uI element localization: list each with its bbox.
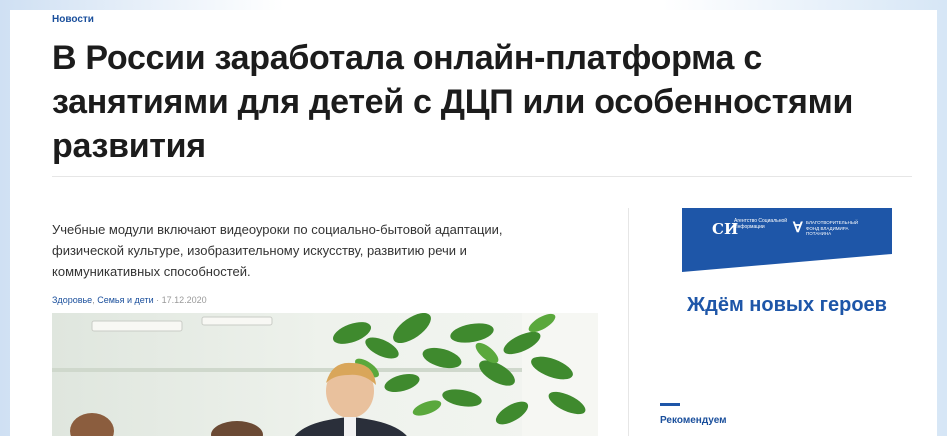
article-date: 17.12.2020: [161, 295, 207, 305]
partner-banner[interactable]: СИ Агентство Социальной Информации ∀ БЛА…: [682, 208, 892, 272]
article-lead: Учебные модули включают видеоуроки по со…: [52, 222, 503, 279]
article-photo[interactable]: [52, 313, 598, 436]
sidebar-divider: [628, 208, 629, 436]
divider: [52, 176, 912, 177]
tag-link-health[interactable]: Здоровье: [52, 295, 92, 305]
tag-link-family[interactable]: Семья и дети: [97, 295, 153, 305]
article-title: В России заработала онлайн-платформа с з…: [52, 39, 854, 165]
potanin-logo-text: БЛАГОТВОРИТЕЛЬНЫЙ ФОНД ВЛАДИМИРА ПОТАНИН…: [806, 220, 859, 236]
promo-heading[interactable]: Ждём новых героев: [682, 292, 892, 318]
article-meta: Здоровье, Семья и дети · 17.12.2020: [52, 295, 207, 305]
section-link-news[interactable]: Новости: [52, 14, 94, 25]
asi-logo-text: Агентство Социальной Информации: [734, 218, 788, 230]
date-separator: ·: [153, 295, 162, 305]
article-page: Новости В России заработала онлайн-платф…: [10, 10, 937, 436]
recommend-heading: Рекомендуем: [660, 415, 727, 426]
potanin-logo-icon: ∀: [793, 219, 803, 235]
tag-separator: ,: [92, 295, 95, 305]
photo-illustration: [52, 313, 598, 436]
section-accent-bar: [660, 403, 680, 406]
